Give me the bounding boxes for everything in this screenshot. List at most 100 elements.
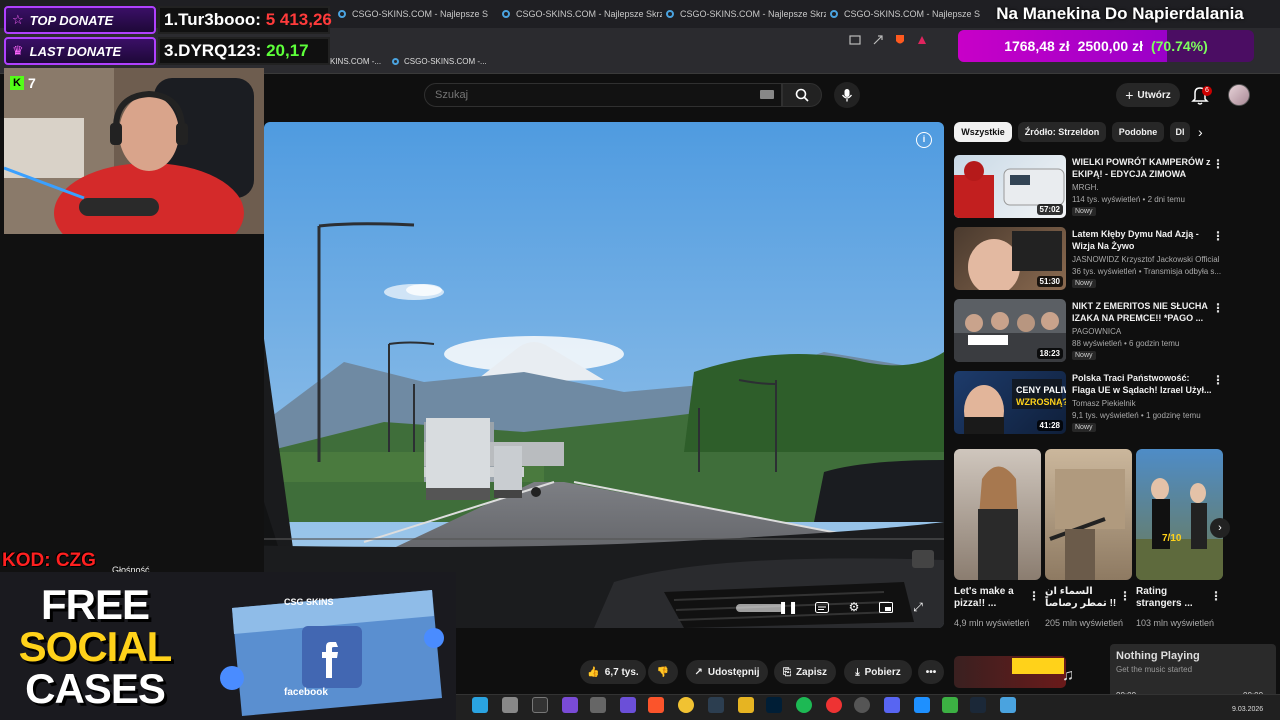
app-icon[interactable]: [708, 697, 724, 713]
dislike-button[interactable]: 👎: [648, 660, 678, 684]
channel-name[interactable]: Tomasz Piekielnik: [1072, 399, 1222, 408]
video-thumbnail[interactable]: [954, 656, 1066, 688]
short-item[interactable]: السماء ان تمطر رصاصاً !! 205 mln wyświet…: [1045, 449, 1132, 641]
bookmark-item[interactable]: KINS.COM -...: [330, 57, 381, 66]
more-vertical-icon[interactable]: ⋮: [1212, 373, 1224, 387]
short-title[interactable]: Let's make a pizza!! ...: [954, 586, 1026, 610]
short-thumbnail[interactable]: [1045, 449, 1132, 580]
fullscreen-icon[interactable]: ⤢: [908, 598, 928, 616]
chrome-icon[interactable]: [678, 697, 694, 713]
like-button[interactable]: 👍 6,7 tys.: [580, 660, 646, 684]
subtitles-icon[interactable]: [812, 598, 832, 616]
more-vertical-icon[interactable]: ⋮: [1210, 589, 1222, 603]
short-item[interactable]: Let's make a pizza!! ... 4,9 mln wyświet…: [954, 449, 1041, 641]
browser-toolbar-icons[interactable]: [848, 34, 968, 48]
keyboard-icon[interactable]: [760, 90, 774, 99]
short-item[interactable]: 7/10 Rating strangers ... 103 mln wyświe…: [1136, 449, 1223, 641]
video-title[interactable]: Polska Traci Państwowość: Flaga UE w Sąd…: [1072, 372, 1212, 396]
browser-tab[interactable]: CSGO-SKINS.COM - Najlepsze Skrzyn: [830, 4, 980, 24]
miniplayer-icon[interactable]: [876, 598, 896, 616]
short-views: 103 mln wyświetleń: [1136, 618, 1215, 628]
save-button[interactable]: ⎘ Zapisz: [774, 660, 836, 684]
more-vertical-icon[interactable]: ⋮: [1212, 157, 1224, 171]
new-badge: Nowy: [1072, 279, 1096, 288]
account-avatar[interactable]: [1228, 84, 1250, 106]
music-title: Nothing Playing: [1116, 650, 1200, 662]
video-meta: 114 tys. wyświetleń • 2 dni temu: [1072, 195, 1185, 204]
share-button[interactable]: ↗ Udostępnij: [686, 660, 768, 684]
search-input[interactable]: [424, 83, 782, 107]
recommendation-item[interactable]: 51:30 Latem Kłęby Dymu Nad Azją - Wizja …: [954, 227, 1224, 291]
short-title[interactable]: السماء ان تمطر رصاصاً !!: [1045, 586, 1117, 610]
more-vertical-icon[interactable]: ⋮: [1212, 301, 1224, 315]
app-icon[interactable]: [942, 697, 958, 713]
more-actions-button[interactable]: •••: [918, 660, 944, 684]
app-icon[interactable]: [826, 697, 842, 713]
short-thumbnail[interactable]: [954, 449, 1041, 580]
discord-icon[interactable]: [884, 697, 900, 713]
more-vertical-icon[interactable]: ⋮: [1212, 229, 1224, 243]
browser-tab[interactable]: CSGO-SKINS.COM - Najlepsze Skrzyn✕: [502, 4, 662, 24]
video-title[interactable]: Latem Kłęby Dymu Nad Azją - Wizja Na Żyw…: [1072, 228, 1212, 252]
more-vertical-icon[interactable]: ⋮: [1119, 589, 1131, 603]
promo-line-2: SOCIAL: [18, 623, 173, 670]
shorts-next-chevron-icon[interactable]: ›: [1210, 518, 1230, 538]
video-player[interactable]: [264, 122, 944, 628]
app-icon[interactable]: [590, 697, 606, 713]
spotify-icon[interactable]: [796, 697, 812, 713]
short-title[interactable]: Rating strangers ...: [1136, 586, 1208, 610]
autoplay-toggle[interactable]: [736, 604, 784, 612]
tab-favicon-icon: [666, 10, 674, 18]
bookmark-item[interactable]: CSGO-SKINS.COM -...: [392, 57, 487, 66]
search-button[interactable]: [782, 83, 822, 107]
video-title[interactable]: NIKT Z EMERITOS NIE SŁUCHA IZAKA NA PREM…: [1072, 300, 1212, 324]
steam-icon[interactable]: [970, 697, 986, 713]
download-button[interactable]: ⤓ Pobierz: [844, 660, 912, 684]
pause-icon[interactable]: ❚❚: [778, 598, 798, 616]
donation-panel: ☆ TOP DONATE 1.Tur3booo: 5 413,26 ♛ LAST D…: [0, 0, 332, 68]
app-icon[interactable]: [562, 697, 578, 713]
app-icon[interactable]: [620, 697, 636, 713]
create-button[interactable]: + Utwórz: [1116, 83, 1180, 107]
video-title[interactable]: WIELKI POWRÓT KAMPERÓW z EKIPĄ! - EDYCJA…: [1072, 156, 1212, 180]
video-thumbnail[interactable]: 51:30: [954, 227, 1066, 290]
recommendation-item[interactable]: 18:23 NIKT Z EMERITOS NIE SŁUCHA IZAKA N…: [954, 299, 1224, 363]
donation-goal-text: 1768,48 zł 2500,00 zł (70.74%): [1004, 38, 1208, 54]
channel-watermark-icon[interactable]: [912, 550, 934, 568]
video-meta: 36 tys. wyświetleń • Transmisja odbyła s…: [1072, 267, 1222, 276]
video-thumbnail[interactable]: CENY PALIWWZROSNĄ? 41:28: [954, 371, 1066, 434]
recommendation-item[interactable]: CENY PALIWWZROSNĄ? 41:28 Polska Traci Pa…: [954, 371, 1224, 435]
app-icon[interactable]: [914, 697, 930, 713]
settings-gear-icon[interactable]: ⚙: [844, 598, 864, 616]
file-explorer-icon[interactable]: [738, 697, 754, 713]
top-donate-label: ☆ TOP DONATE: [4, 6, 156, 34]
music-subtitle: Get the music started: [1116, 665, 1193, 674]
music-note-icon: ♫: [1062, 667, 1074, 684]
chip-similar[interactable]: Podobne: [1112, 122, 1164, 142]
telegram-icon[interactable]: [472, 697, 488, 713]
thumbs-up-icon: 👍: [587, 666, 600, 678]
app-icon[interactable]: [1000, 697, 1016, 713]
chip-more[interactable]: Dl: [1170, 122, 1190, 142]
more-vertical-icon[interactable]: ⋮: [1028, 589, 1040, 603]
voice-search-button[interactable]: [834, 82, 860, 108]
browser-tab[interactable]: CSGO-SKINS.COM - Najlepsze Skrzyn✕: [338, 4, 488, 24]
recommendation-item[interactable]: 57:02 WIELKI POWRÓT KAMPERÓW z EKIPĄ! - …: [954, 155, 1224, 219]
brave-browser-icon[interactable]: [648, 697, 664, 713]
browser-tab[interactable]: CSGO-SKINS.COM - Najlepsze Skrzyn✕: [666, 4, 826, 24]
video-thumbnail[interactable]: 57:02: [954, 155, 1066, 218]
app-icon[interactable]: [854, 697, 870, 713]
chip-source[interactable]: Źródło: Strzeldon: [1018, 122, 1106, 142]
crown-icon: ♛: [12, 43, 24, 58]
info-icon[interactable]: i: [916, 132, 932, 148]
chip-all[interactable]: Wszystkie: [954, 122, 1012, 142]
chevron-right-icon[interactable]: ›: [1198, 124, 1203, 140]
channel-name[interactable]: JASNOWIDZ Krzysztof Jackowski Official: [1072, 255, 1222, 264]
camera-icon[interactable]: [502, 697, 518, 713]
photoshop-icon[interactable]: [766, 697, 782, 713]
channel-name[interactable]: PAGOWNICA: [1072, 327, 1222, 336]
short-thumbnail[interactable]: 7/10: [1136, 449, 1223, 580]
video-thumbnail[interactable]: 18:23: [954, 299, 1066, 362]
channel-name[interactable]: MRGH.: [1072, 183, 1222, 192]
app-icon[interactable]: [532, 697, 548, 713]
